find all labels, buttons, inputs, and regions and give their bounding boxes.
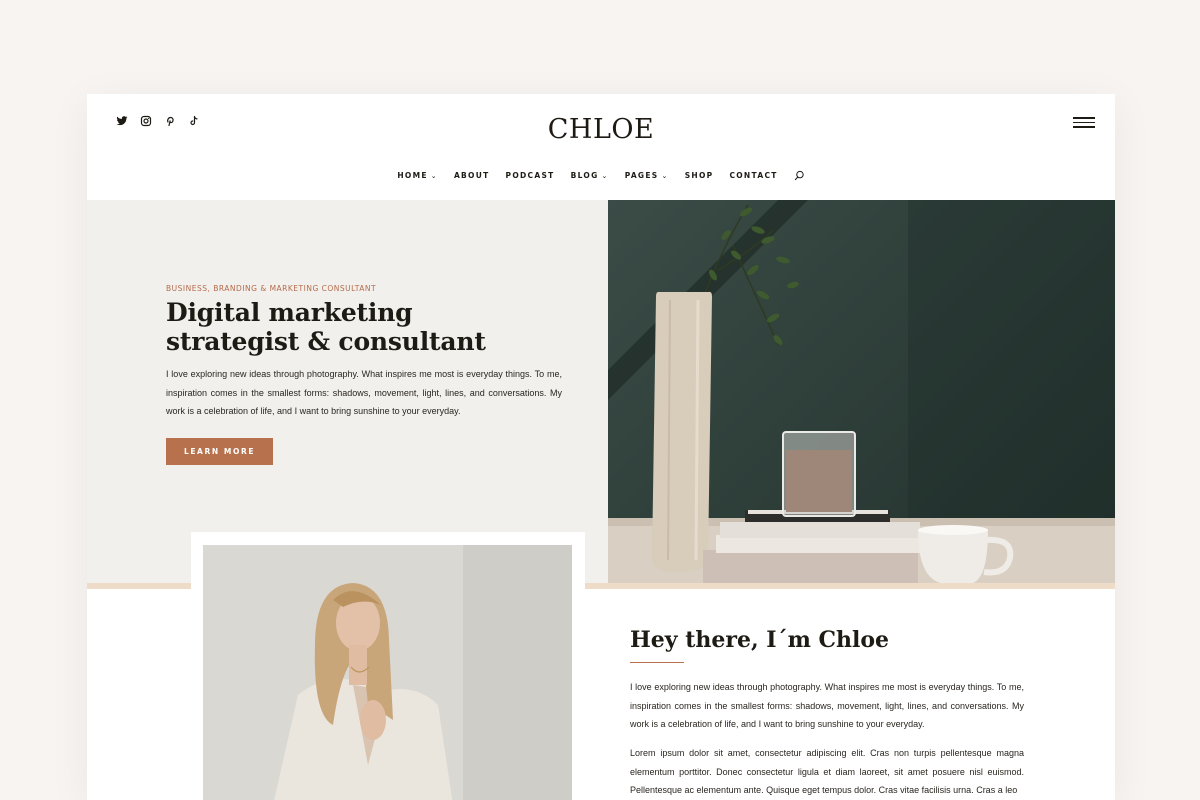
- chevron-down-icon: ⌄: [430, 171, 438, 180]
- nav-contact-label: CONTACT: [729, 171, 778, 180]
- about-divider: [630, 662, 684, 663]
- chevron-down-icon: ⌄: [601, 171, 609, 180]
- search-icon[interactable]: [794, 170, 805, 181]
- portrait-photo: [203, 545, 572, 800]
- nav-home[interactable]: HOME ⌄: [397, 171, 438, 180]
- hero-section: BUSINESS, BRANDING & MARKETING CONSULTAN…: [87, 200, 608, 584]
- woman-portrait-illustration: [203, 545, 572, 800]
- learn-more-button[interactable]: LEARN MORE: [166, 438, 273, 465]
- site-logo[interactable]: CHLOE: [87, 114, 1115, 145]
- nav-blog[interactable]: BLOG ⌄: [571, 171, 609, 180]
- nav-blog-label: BLOG: [570, 171, 599, 180]
- nav-podcast-label: PODCAST: [505, 171, 555, 180]
- nav-about[interactable]: ABOUT: [454, 171, 490, 180]
- nav-about-label: ABOUT: [453, 171, 490, 180]
- nav-shop[interactable]: SHOP: [685, 171, 714, 180]
- hero-eyebrow: BUSINESS, BRANDING & MARKETING CONSULTAN…: [166, 284, 377, 293]
- hamburger-menu-icon[interactable]: [1073, 117, 1095, 131]
- hero-title: Digital marketing strategist & consultan…: [166, 298, 486, 356]
- nav-shop-label: SHOP: [684, 171, 714, 180]
- site-header: CHLOE HOME ⌄ ABOUT PODCAST BLOG ⌄ PAGES …: [87, 94, 1115, 200]
- hero-text: I love exploring new ideas through photo…: [166, 369, 562, 417]
- nav-home-label: HOME: [397, 171, 428, 180]
- nav-pages[interactable]: PAGES ⌄: [625, 171, 669, 180]
- nav-pages-label: PAGES: [624, 171, 659, 180]
- nav-contact[interactable]: CONTACT: [729, 171, 777, 180]
- hero-photo: [608, 200, 1115, 584]
- main-nav: HOME ⌄ ABOUT PODCAST BLOG ⌄ PAGES ⌄ SHOP…: [87, 170, 1115, 181]
- chevron-down-icon: ⌄: [661, 171, 669, 180]
- still-life-illustration: [608, 200, 1115, 584]
- about-title: Hey there, I´m Chloe: [630, 627, 890, 653]
- website-page: CHLOE HOME ⌄ ABOUT PODCAST BLOG ⌄ PAGES …: [87, 94, 1115, 800]
- about-text-lorem: Lorem ipsum dolor sit amet, consectetur …: [630, 748, 1024, 796]
- about-text: I love exploring new ideas through photo…: [630, 682, 1024, 730]
- nav-podcast[interactable]: PODCAST: [506, 171, 555, 180]
